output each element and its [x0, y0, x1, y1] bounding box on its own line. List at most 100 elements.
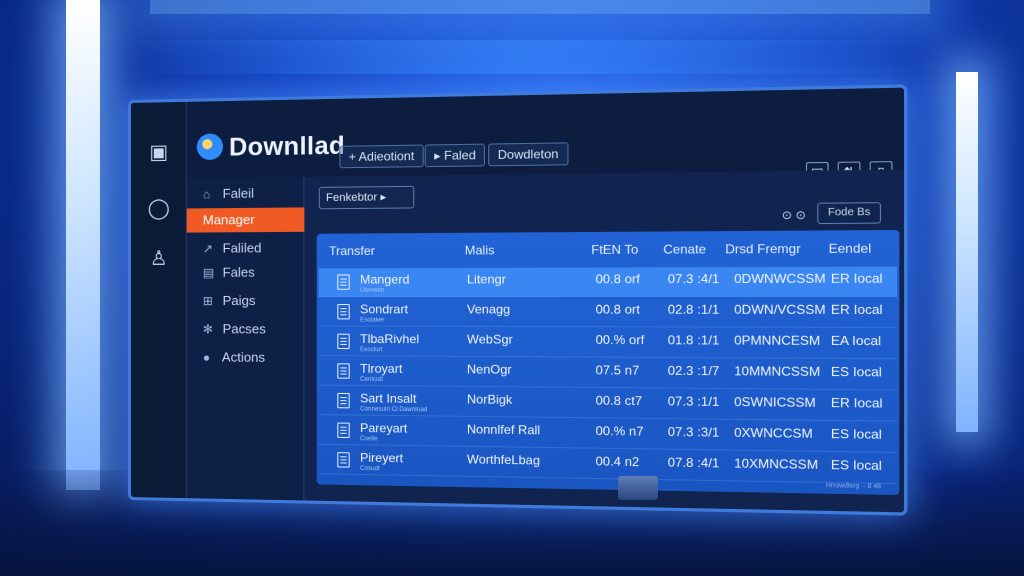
chat-icon[interactable]: ◯: [145, 195, 173, 223]
transfer-subtitle: Connesuin Cl Dawnload: [360, 406, 427, 413]
archive-icon[interactable]: ▣: [145, 138, 173, 166]
document-icon: [337, 393, 349, 408]
transfers-table: Transfer Malis FtEN To Cenate Drsd Fremg…: [317, 230, 900, 495]
cell-value: 0XWNCCSM: [734, 425, 813, 441]
document-icon: [337, 363, 349, 378]
table-cell: 0SWNICSSM: [734, 394, 816, 410]
sidebar-item-label: Paigs: [223, 293, 256, 308]
transfer-subtitle: Cenlcutt: [360, 377, 402, 383]
filter-button[interactable]: Fode Bs: [817, 202, 881, 224]
cell-value: 07.3 :3/1: [668, 424, 720, 439]
cell-value: ER Iocal: [831, 271, 883, 286]
table-cell: ES Iocal: [831, 457, 882, 473]
table-cell: Pareyart Coelle: [360, 421, 407, 443]
cell-value: 07.5 n7: [596, 363, 640, 378]
grid-icon: ⊞: [203, 289, 219, 313]
search-input[interactable]: Fenkebtor ▸: [319, 186, 415, 209]
column-header-malis[interactable]: Malis: [465, 243, 495, 258]
icon-rail: ▣ ◯ ♙: [131, 102, 187, 498]
sidebar-item-faliled[interactable]: ↗ Faliled: [187, 236, 305, 261]
table-cell: WebSgr: [467, 332, 513, 347]
sidebar-item-label: Actions: [222, 349, 265, 364]
filter-toggle-icon[interactable]: ⊙ ⊙: [782, 208, 806, 222]
table-cell: 07.3 :1/1: [668, 394, 720, 409]
sidebar-item-actions[interactable]: ● Actions: [187, 345, 305, 370]
sidebar-item-label: Fales: [223, 265, 255, 280]
cell-value: 10MMNCSSM: [734, 364, 820, 379]
table-cell: 07.8 :4/1: [668, 455, 720, 471]
table-cell: TlbaRivhel Eesclurt: [360, 332, 419, 354]
table-cell: 01.8 :1/1: [668, 333, 720, 348]
cell-value: 0PMNNCESM: [734, 333, 820, 348]
main-panel: Fenkebtor ▸ ⊙ ⊙ Fode Bs Transfer Malis F…: [304, 170, 904, 516]
transfer-name: Pareyart: [360, 421, 407, 436]
cell-value: 0DWNWCSSM: [734, 271, 825, 286]
sidebar-item-pacses[interactable]: ✻ Pacses: [187, 317, 305, 342]
cell-value: 0DWN/VCSSM: [734, 302, 825, 317]
add-action-button[interactable]: + Adieotiont: [339, 145, 423, 169]
transfer-subtitle: Esoiaker: [360, 317, 408, 323]
table-cell: 00.8 ort: [596, 302, 640, 317]
background-top-glow: [150, 0, 930, 14]
sidebar-item-paigs[interactable]: ⊞ Paigs: [187, 289, 305, 313]
table-cell: 00.8 ct7: [596, 393, 643, 408]
table-row[interactable]: TlbaRivhel Eesclurt WebSgr 00.% orf 01.8 :1/…: [319, 328, 897, 360]
transfer-subtitle: Coelle: [360, 436, 407, 443]
table-cell: 00.% orf: [596, 332, 645, 347]
transfer-subtitle: Eesclurt: [360, 347, 419, 353]
column-header-ften-to[interactable]: FtEN To: [591, 242, 638, 257]
document-icon: [337, 423, 349, 438]
column-header-drsd-fremgr[interactable]: Drsd Fremgr: [725, 241, 800, 256]
table-cell: 0XWNCCSM: [734, 425, 813, 441]
column-header-cenate[interactable]: Cenate: [663, 242, 706, 257]
arrow-icon: ↗: [203, 236, 219, 260]
document-icon: [337, 304, 349, 319]
cell-value: Venagg: [467, 302, 510, 317]
transfer-name: Mangerd: [360, 272, 409, 286]
cell-value: 02.3 :1/7: [668, 363, 720, 378]
user-icon[interactable]: ♙: [145, 245, 173, 273]
table-cell: 00.4 n2: [596, 454, 640, 469]
column-header-transfer[interactable]: Transfer: [329, 244, 375, 259]
table-cell: 0PMNNCESM: [734, 333, 820, 348]
document-icon: [337, 452, 349, 468]
cell-value: 07.8 :4/1: [668, 455, 720, 471]
table-row[interactable]: Mangerd Uienwetr Litengr 00.8 orf 07.3 :4/1 0…: [319, 267, 897, 297]
column-header-eendel[interactable]: Eendel: [829, 241, 872, 256]
sidebar-item-faleil[interactable]: ⌂ Faleil: [187, 181, 305, 207]
document-icon: [337, 274, 349, 289]
transfer-name: Sart Insalt: [360, 391, 416, 406]
table-cell: ER Iocal: [831, 271, 883, 286]
download-tab-button[interactable]: Dowdleton: [488, 142, 568, 166]
cell-value: 00.8 ort: [596, 302, 640, 317]
sidebar-item-label: Faleil: [223, 186, 254, 201]
cell-value: 01.8 :1/1: [668, 333, 720, 348]
cell-value: ES Iocal: [831, 364, 882, 379]
transfer-name: Tlroyart: [360, 361, 402, 376]
cell-value: ER Iocal: [831, 395, 883, 411]
cell-value: 07.3 :1/1: [668, 394, 720, 409]
table-cell: NorBigk: [467, 392, 512, 407]
transfer-name: Pireyert: [360, 450, 403, 465]
sidebar-item-manager[interactable]: Manager: [187, 207, 305, 232]
failed-filter-button[interactable]: ▸ Faled: [425, 144, 486, 168]
sidebar-item-label: Pacses: [223, 321, 266, 336]
table-cell: Litengr: [467, 272, 506, 287]
table-cell: 10MMNCSSM: [734, 364, 820, 379]
table-row[interactable]: Sondrart Esoiaker Venagg 00.8 ort 02.8 :1/1 0…: [319, 298, 897, 328]
table-cell: ES Iocal: [831, 426, 882, 442]
table-cell: 0DWN/VCSSM: [734, 302, 825, 317]
top-bar: Downllad + Adieotiont ▸ Faled Dowdleton …: [187, 111, 904, 178]
cell-value: Nonnlfef Rall: [467, 422, 540, 437]
table-cell: Venagg: [467, 302, 510, 317]
table-cell: 02.8 :1/1: [668, 302, 720, 317]
cell-value: 00.4 n2: [596, 454, 640, 469]
table-footer: Hrrowdlerg ·· 8 48: [826, 483, 881, 490]
table-row[interactable]: Tlroyart Cenlcutt NenOgr 07.5 n7 02.3 :1/7 10…: [319, 357, 897, 390]
sidebar-item-fales[interactable]: ▤ Fales: [187, 260, 305, 285]
cell-value: 00.% n7: [596, 424, 644, 439]
cell-value: ES Iocal: [831, 457, 882, 473]
table-cell: EA Iocal: [831, 333, 881, 348]
cell-value: 00.8 orf: [596, 272, 640, 287]
background-light-pillar-left: [66, 0, 100, 490]
